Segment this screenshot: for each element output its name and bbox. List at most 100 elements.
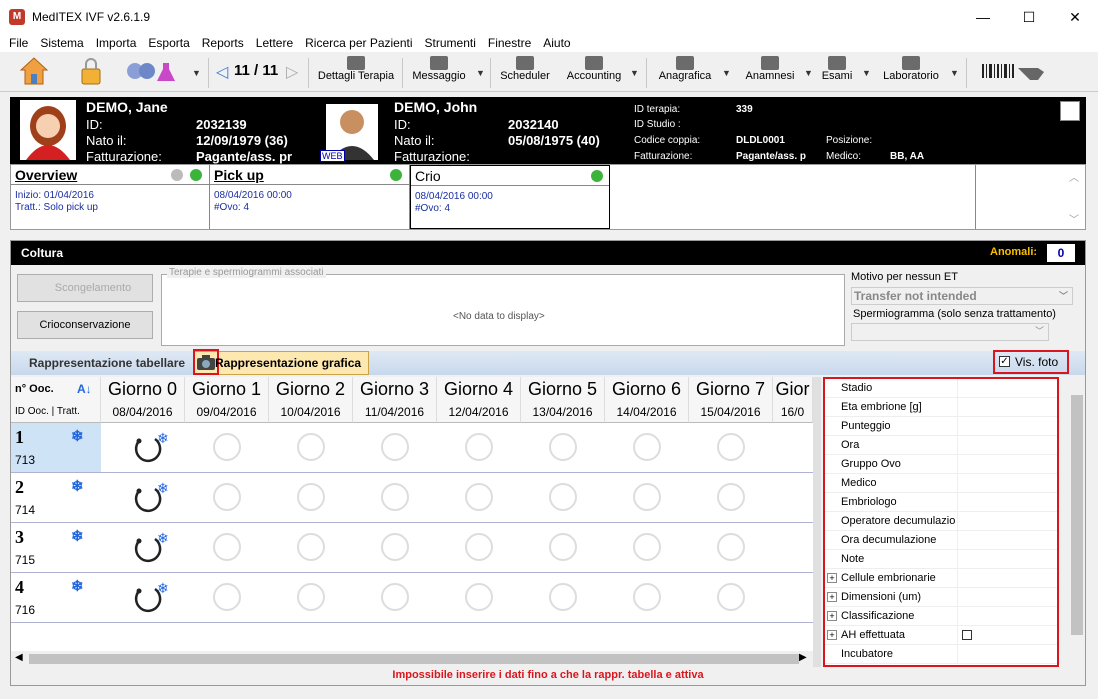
oocyte-cell[interactable]: 1 713 ❄ bbox=[11, 423, 101, 472]
accounting-dropdown-arrow[interactable]: ▼ bbox=[630, 68, 639, 78]
minimize-button[interactable]: — bbox=[960, 0, 1006, 34]
empty-day-cell[interactable] bbox=[213, 533, 241, 561]
menu-finestre[interactable]: Finestre bbox=[482, 34, 537, 52]
property-row[interactable]: Operatore decumulazio bbox=[825, 512, 1057, 531]
empty-day-cell[interactable] bbox=[549, 433, 577, 461]
oocyte-cell[interactable]: 2 714 ❄ bbox=[11, 473, 101, 522]
cryo-oocyte-icon[interactable]: ❄ bbox=[129, 429, 173, 465]
menu-ricerca[interactable]: Ricerca per Pazienti bbox=[299, 34, 418, 52]
expand-icon[interactable]: + bbox=[827, 611, 837, 621]
laboratorio-dropdown-arrow[interactable]: ▼ bbox=[950, 68, 959, 78]
property-value[interactable] bbox=[957, 398, 1057, 417]
lock-icon[interactable] bbox=[80, 57, 102, 85]
empty-day-cell[interactable] bbox=[717, 483, 745, 511]
property-value[interactable] bbox=[957, 493, 1057, 512]
empty-day-cell[interactable] bbox=[465, 533, 493, 561]
messaggio-button[interactable]: Messaggio bbox=[408, 54, 470, 90]
crioconservazione-button[interactable]: Crioconservazione bbox=[17, 311, 153, 339]
property-row[interactable]: + Cellule embrionarie bbox=[825, 569, 1057, 588]
property-value[interactable] bbox=[957, 569, 1057, 588]
laboratorio-button[interactable]: Laboratorio bbox=[880, 54, 942, 90]
property-row[interactable]: Note bbox=[825, 550, 1057, 569]
menu-file[interactable]: File bbox=[3, 34, 34, 52]
scroll-thumb[interactable] bbox=[1071, 395, 1083, 635]
scroll-left-icon[interactable]: ◀ bbox=[15, 652, 23, 663]
oocyte-cell[interactable]: 3 715 ❄ bbox=[11, 523, 101, 572]
prev-record-icon[interactable]: ◁ bbox=[216, 62, 228, 82]
phase-pickup[interactable]: Pick up 08/04/2016 00:00 #Ovo: 4 bbox=[210, 165, 410, 229]
empty-day-cell[interactable] bbox=[465, 583, 493, 611]
empty-day-cell[interactable] bbox=[213, 483, 241, 511]
property-row[interactable]: Ora bbox=[825, 436, 1057, 455]
property-value[interactable] bbox=[957, 588, 1057, 607]
empty-day-cell[interactable] bbox=[549, 583, 577, 611]
phase-crio[interactable]: Crio 08/04/2016 00:00 #Ovo: 4 bbox=[410, 165, 610, 229]
sort-az-icon[interactable]: A↓ bbox=[77, 377, 92, 401]
close-button[interactable]: ✕ bbox=[1052, 0, 1098, 34]
cryo-oocyte-icon[interactable]: ❄ bbox=[129, 479, 173, 515]
col-n-ooc-header[interactable]: n° Ooc. A↓ bbox=[11, 377, 101, 401]
scongelamento-button[interactable]: Scongelamento bbox=[17, 274, 153, 302]
property-row[interactable]: Incubatore bbox=[825, 645, 1057, 664]
property-value[interactable] bbox=[957, 531, 1057, 550]
oocyte-cell[interactable]: 4 716 ❄ bbox=[11, 573, 101, 622]
tab-tabellare[interactable]: Rappresentazione tabellare bbox=[29, 356, 185, 370]
checkbox[interactable] bbox=[962, 630, 972, 640]
scroll-right-icon[interactable]: ▶ bbox=[799, 652, 807, 663]
table-row[interactable]: 4 716 ❄ ❄ bbox=[11, 573, 813, 623]
vis-foto-checkbox[interactable]: ✓ Vis. foto bbox=[993, 350, 1069, 374]
properties-scrollbar[interactable] bbox=[1069, 377, 1085, 667]
expand-icon[interactable]: + bbox=[827, 573, 837, 583]
expand-icon[interactable]: + bbox=[827, 592, 837, 602]
splitter-handle[interactable] bbox=[813, 377, 821, 667]
property-value[interactable] bbox=[957, 512, 1057, 531]
property-row[interactable]: Punteggio bbox=[825, 417, 1057, 436]
home-icon[interactable] bbox=[18, 55, 50, 87]
menu-reports[interactable]: Reports bbox=[196, 34, 250, 52]
table-row[interactable]: 2 714 ❄ ❄ bbox=[11, 473, 813, 523]
property-value[interactable] bbox=[957, 626, 1057, 645]
menu-importa[interactable]: Importa bbox=[90, 34, 143, 52]
menu-sistema[interactable]: Sistema bbox=[34, 34, 89, 52]
property-value[interactable] bbox=[957, 417, 1057, 436]
empty-day-cell[interactable] bbox=[297, 433, 325, 461]
property-row[interactable]: + Dimensioni (um) bbox=[825, 588, 1057, 607]
empty-day-cell[interactable] bbox=[465, 483, 493, 511]
property-row[interactable]: Eta embrione [g] bbox=[825, 398, 1057, 417]
property-row[interactable]: + Classificazione bbox=[825, 607, 1057, 626]
dettagli-terapia-button[interactable]: Dettagli Terapia bbox=[314, 54, 398, 90]
anagrafica-dropdown-arrow[interactable]: ▼ bbox=[722, 68, 731, 78]
empty-day-cell[interactable] bbox=[633, 483, 661, 511]
menu-aiuto[interactable]: Aiuto bbox=[537, 34, 576, 52]
patients-lab-icon[interactable] bbox=[125, 57, 179, 85]
property-value[interactable] bbox=[957, 436, 1057, 455]
property-value[interactable] bbox=[957, 550, 1057, 569]
cryo-oocyte-icon[interactable]: ❄ bbox=[129, 529, 173, 565]
table-row[interactable]: 3 715 ❄ ❄ bbox=[11, 523, 813, 573]
property-row[interactable]: Gruppo Ovo bbox=[825, 455, 1057, 474]
property-row[interactable]: Stadio bbox=[825, 379, 1057, 398]
table-row[interactable]: 1 713 ❄ ❄ bbox=[11, 423, 813, 473]
empty-day-cell[interactable] bbox=[297, 483, 325, 511]
messaggio-dropdown-arrow[interactable]: ▼ bbox=[476, 68, 485, 78]
next-record-icon[interactable]: ▷ bbox=[286, 62, 298, 82]
property-value[interactable] bbox=[957, 455, 1057, 474]
empty-day-cell[interactable] bbox=[213, 583, 241, 611]
h-scroll-thumb[interactable] bbox=[29, 654, 799, 664]
maximize-button[interactable]: ☐ bbox=[1006, 0, 1052, 34]
property-row[interactable]: Embriologo bbox=[825, 493, 1057, 512]
empty-day-cell[interactable] bbox=[381, 533, 409, 561]
scroll-down-icon[interactable]: ﹀ bbox=[1069, 211, 1079, 226]
scheduler-button[interactable]: Scheduler bbox=[496, 54, 554, 90]
accounting-button[interactable]: Accounting bbox=[562, 54, 626, 90]
grid-horizontal-scrollbar[interactable]: ◀ ▶ bbox=[11, 651, 813, 667]
empty-day-cell[interactable] bbox=[297, 533, 325, 561]
property-value[interactable] bbox=[957, 379, 1057, 398]
empty-day-cell[interactable] bbox=[717, 533, 745, 561]
menu-strumenti[interactable]: Strumenti bbox=[419, 34, 482, 52]
spermio-select[interactable]: ﹀ bbox=[851, 323, 1049, 341]
property-value[interactable] bbox=[957, 474, 1057, 493]
empty-day-cell[interactable] bbox=[633, 433, 661, 461]
empty-day-cell[interactable] bbox=[297, 583, 325, 611]
scroll-up-icon[interactable]: ︿ bbox=[1069, 169, 1079, 184]
